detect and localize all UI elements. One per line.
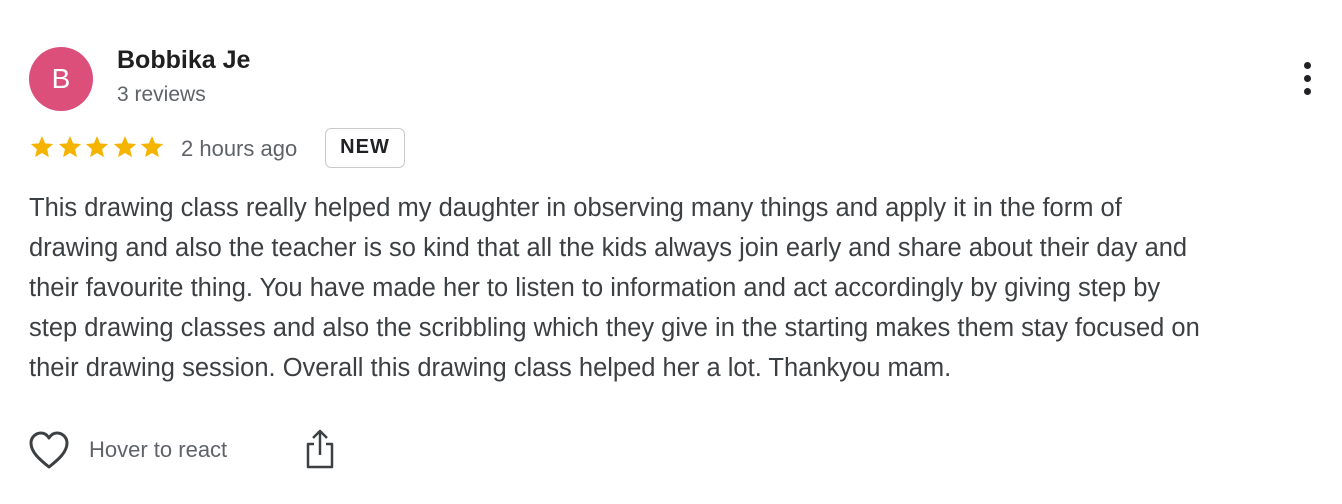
review-text-line: drawing and also the teacher is so kind … <box>29 234 1188 262</box>
react-label[interactable]: Hover to react <box>89 437 227 463</box>
review-actions: Hover to react <box>27 428 367 472</box>
review-text-line: their drawing session. Overall this draw… <box>29 354 952 382</box>
review-text-line: This drawing class really helped my daug… <box>29 194 1122 222</box>
reviewer-name[interactable]: Bobbika Je <box>117 46 250 75</box>
review-text-line: step drawing classes and also the scribb… <box>29 314 1200 342</box>
star-icon <box>85 135 109 158</box>
star-icon <box>113 135 136 158</box>
more-vertical-icon-dot <box>1304 88 1311 95</box>
reviewer-review-count[interactable]: 3 reviews <box>117 83 206 107</box>
star-rating <box>29 134 169 162</box>
review-text: This drawing class really helped my daug… <box>29 188 1339 388</box>
star-icon <box>140 135 164 158</box>
more-options-button[interactable] <box>1293 58 1323 98</box>
star-icon <box>58 135 81 158</box>
star-icon <box>30 135 54 158</box>
review-time: 2 hours ago <box>181 136 298 161</box>
share-icon[interactable] <box>303 428 337 470</box>
more-vertical-icon <box>1304 62 1311 69</box>
more-vertical-icon-dot <box>1304 75 1311 82</box>
review-card: B Bobbika Je 3 reviews 2 hours ago NEW T… <box>0 0 1342 504</box>
avatar[interactable]: B <box>29 47 93 111</box>
review-text-line: their favourite thing. You have made her… <box>29 274 1161 302</box>
heart-icon[interactable] <box>27 428 71 472</box>
new-badge: NEW <box>325 128 405 168</box>
